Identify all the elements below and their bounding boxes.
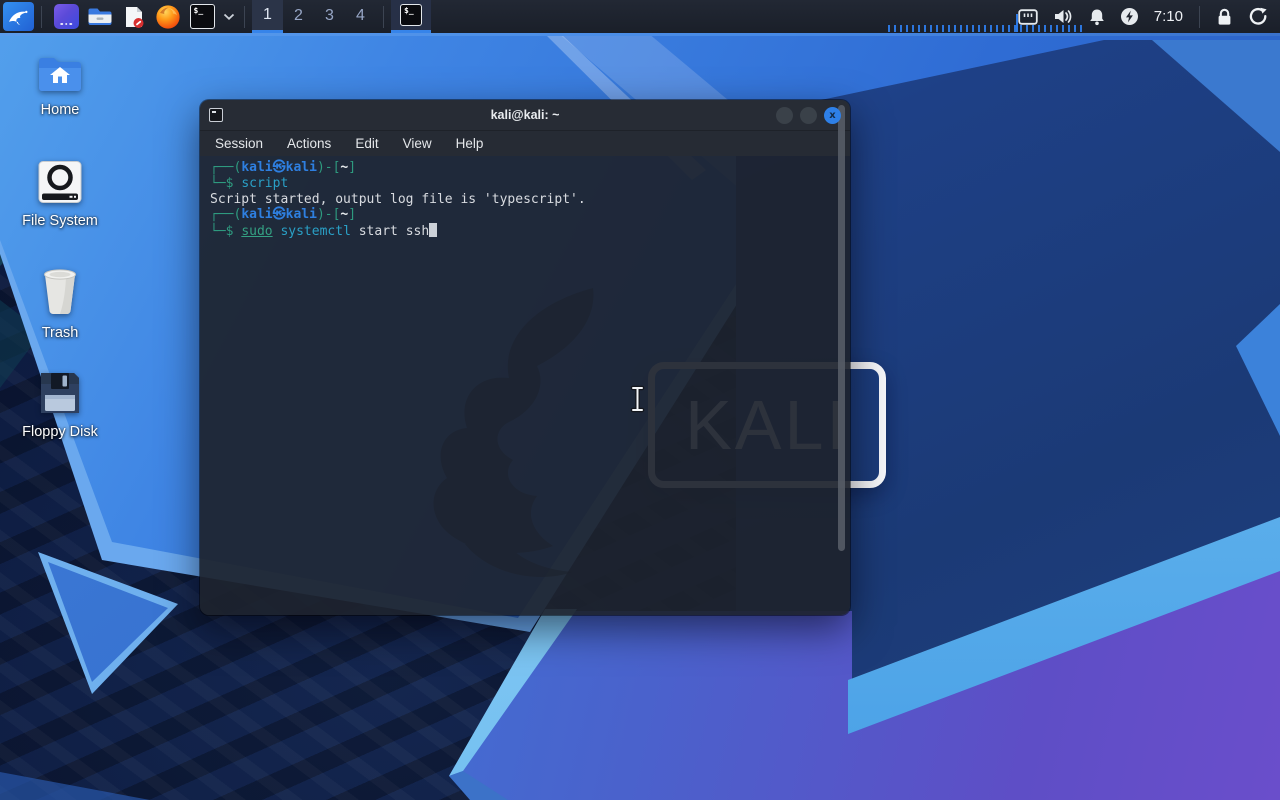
desktop-icon-label: Home — [40, 102, 80, 118]
panel-separator — [1199, 5, 1200, 28]
trash-icon — [44, 269, 76, 315]
top-panel: $_ 1 2 3 4 $_ 7:10 — [0, 0, 1280, 33]
titlebar[interactable]: kali@kali: ~ x — [200, 100, 850, 131]
terminal-window: kali@kali: ~ x Session Actions Edit View… — [200, 100, 850, 615]
launcher-app-window[interactable] — [52, 3, 80, 31]
panel-separator — [41, 5, 42, 28]
launcher-terminal[interactable]: $_ — [188, 3, 216, 31]
power-icon[interactable] — [1120, 7, 1139, 26]
terminal-output[interactable]: ┌──(kali㉿kali)-[~] └─$ script Script start… — [200, 156, 850, 615]
kali-dragon-icon — [8, 10, 28, 26]
terminal-line: Script started, output log file is 'type… — [210, 191, 586, 207]
workspace-3[interactable]: 3 — [314, 0, 345, 33]
firefox-icon — [156, 4, 180, 29]
notifications-icon[interactable] — [1089, 8, 1105, 26]
minimize-button[interactable] — [776, 106, 793, 124]
maximize-button[interactable] — [800, 106, 817, 124]
mouse-cursor — [630, 385, 645, 413]
terminal-line: ┌──(kali㉿kali)-[~] — [210, 207, 357, 223]
terminal-line: ┌──(kali㉿kali)-[~] — [210, 160, 357, 175]
network-icon[interactable] — [1018, 8, 1038, 25]
logout-icon[interactable] — [1248, 7, 1268, 26]
panel-separator — [383, 5, 384, 28]
desktop-icon-floppy-disk[interactable]: Floppy Disk — [12, 370, 108, 440]
panel-separator — [244, 5, 245, 28]
menu-actions[interactable]: Actions — [287, 136, 331, 151]
terminal-icon: $_ — [400, 4, 422, 26]
terminal-scrollbar[interactable] — [838, 105, 845, 551]
file-manager-icon — [88, 8, 112, 25]
desktop-icon-label: Trash — [41, 325, 79, 341]
terminal-icon: $_ — [189, 4, 215, 29]
panel-activity-ticks — [888, 25, 1084, 32]
volume-icon[interactable] — [1053, 8, 1074, 25]
launcher-firefox[interactable] — [154, 3, 182, 31]
desktop-root: KALI Home File System Trash — [0, 0, 1280, 800]
desktop-icon-label: Floppy Disk — [22, 424, 98, 440]
clock[interactable]: 7:10 — [1154, 8, 1183, 25]
window-title: kali@kali: ~ — [490, 108, 560, 122]
file-system-icon — [38, 161, 82, 203]
panel-activity-tick — [1016, 14, 1018, 32]
workspace-2[interactable]: 2 — [283, 0, 314, 33]
text-editor-icon — [125, 6, 143, 28]
workspace-4[interactable]: 4 — [345, 0, 376, 33]
desktop-icon-home[interactable]: Home — [12, 54, 108, 118]
menu-session[interactable]: Session — [215, 136, 263, 151]
terminal-line: └─$ sudo systemctl start ssh — [210, 223, 840, 239]
lock-icon[interactable] — [1216, 7, 1233, 26]
home-folder-icon — [39, 58, 81, 91]
menu-help[interactable]: Help — [456, 136, 484, 151]
chevron-down-icon[interactable] — [223, 13, 235, 21]
desktop-icon-trash[interactable]: Trash — [12, 263, 108, 341]
close-button[interactable]: x — [824, 106, 841, 124]
menu-bar: Session Actions Edit View Help — [200, 131, 850, 156]
applications-menu-button[interactable] — [3, 2, 34, 31]
desktop-icon-file-system[interactable]: File System — [12, 160, 108, 229]
menu-view[interactable]: View — [403, 136, 432, 151]
floppy-disk-icon — [41, 373, 79, 413]
launcher-file-manager[interactable] — [86, 3, 114, 31]
taskbar-window-terminal[interactable]: $_ — [391, 0, 431, 33]
wallpaper-highlight-line — [0, 33, 1280, 36]
app-window-icon — [53, 4, 79, 29]
desktop-icon-label: File System — [22, 213, 98, 229]
menu-edit[interactable]: Edit — [355, 136, 378, 151]
launcher-text-editor[interactable] — [120, 3, 148, 31]
workspace-1[interactable]: 1 — [252, 0, 283, 33]
terminal-line: └─$ script — [210, 175, 289, 191]
